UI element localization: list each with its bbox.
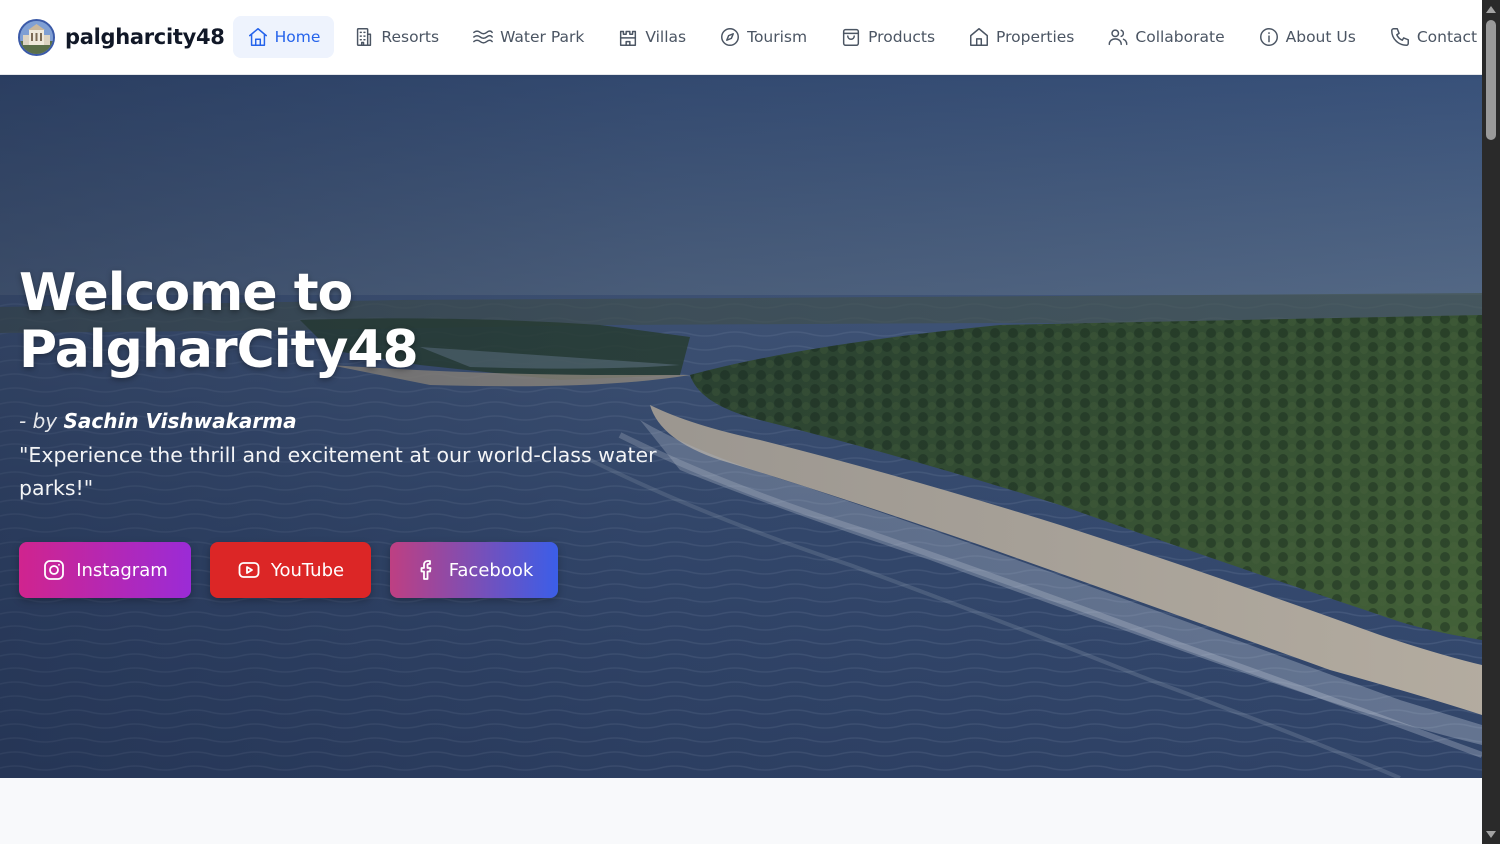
nav-label-contact: Contact (1416, 28, 1478, 46)
phone-icon (1390, 28, 1409, 46)
youtube-icon (238, 562, 260, 578)
compass-icon (721, 28, 740, 46)
nav-item-products[interactable]: Products (826, 16, 949, 58)
hero-byline: - by Sachin Vishwakarma (19, 409, 719, 433)
byline-author: Sachin Vishwakarma (63, 409, 297, 433)
main-nav: Home Resorts Water Park Villas Tourism P… (232, 16, 1497, 58)
scroll-up-icon[interactable] (1486, 6, 1496, 13)
youtube-button[interactable]: YouTube (210, 542, 371, 598)
nav-label-home: Home (274, 28, 321, 46)
nav-label-resorts: Resorts (381, 28, 440, 46)
nav-label-collaborate: Collaborate (1135, 28, 1225, 46)
nav-item-collaborate[interactable]: Collaborate (1093, 16, 1238, 58)
nav-label-villas: Villas (645, 28, 687, 46)
hero-title: Welcome to PalgharCity48 (19, 265, 719, 379)
scroll-down-icon[interactable] (1486, 831, 1496, 838)
nav-label-about-us: About Us (1285, 28, 1356, 46)
waves-icon (473, 30, 493, 44)
nav-item-villas[interactable]: Villas (603, 16, 700, 58)
nav-label-products: Products (868, 28, 936, 46)
building-icon (357, 28, 372, 46)
hero-title-line2: PalgharCity48 (19, 320, 419, 380)
social-buttons: Instagram YouTube Facebook (19, 542, 719, 598)
brand-link[interactable]: palgharcity48 (18, 18, 225, 56)
hero-title-line1: Welcome to (19, 263, 353, 323)
next-section (0, 778, 1482, 844)
info-icon (1259, 28, 1278, 46)
nav-item-contact[interactable]: Contact (1375, 16, 1491, 58)
castle-icon (620, 30, 637, 46)
nav-item-tourism[interactable]: Tourism (705, 16, 821, 58)
instagram-icon (44, 560, 65, 580)
hero-section: Welcome to PalgharCity48 - by Sachin Vis… (0, 75, 1482, 778)
home-icon (248, 28, 267, 46)
nav-item-about-us[interactable]: About Us (1244, 16, 1370, 58)
top-navbar: palgharcity48 Home Resorts Water Park Vi… (0, 0, 1482, 75)
nav-label-tourism: Tourism (747, 28, 808, 46)
house-icon (970, 28, 989, 46)
brand-name: palgharcity48 (65, 25, 225, 49)
nav-item-water-park[interactable]: Water Park (458, 16, 598, 58)
nav-label-water-park: Water Park (500, 28, 585, 46)
hero-quote: "Experience the thrill and excitement at… (19, 443, 657, 500)
page-scrollbar[interactable] (1482, 0, 1500, 844)
instagram-button[interactable]: Instagram (19, 542, 191, 598)
nav-item-properties[interactable]: Properties (954, 16, 1088, 58)
nav-item-home[interactable]: Home (232, 16, 335, 58)
hero-content: Welcome to PalgharCity48 - by Sachin Vis… (19, 265, 719, 598)
instagram-label: Instagram (76, 559, 168, 581)
nav-label-properties: Properties (996, 28, 1075, 46)
shopping-bag-icon (843, 28, 860, 46)
city-building-logo (18, 18, 55, 56)
youtube-label: YouTube (270, 559, 345, 581)
facebook-icon (420, 560, 432, 580)
users-icon (1108, 29, 1128, 46)
facebook-label: Facebook (448, 559, 534, 581)
byline-prefix: - by (19, 409, 58, 433)
facebook-button[interactable]: Facebook (390, 542, 558, 598)
nav-item-resorts[interactable]: Resorts (339, 16, 453, 58)
